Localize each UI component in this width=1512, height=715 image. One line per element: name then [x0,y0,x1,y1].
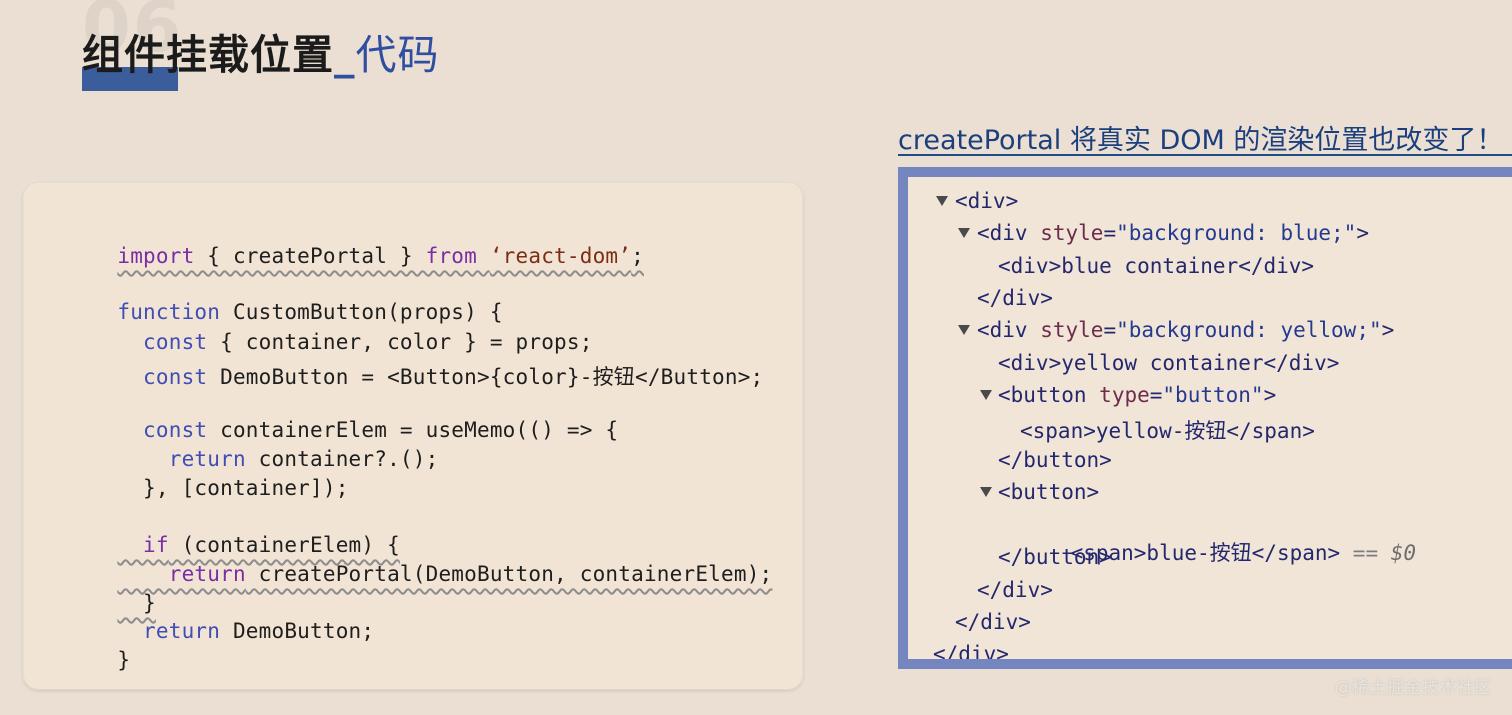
dom-node[interactable]: <div style="background: blue;"> [977,221,1369,245]
dom-node[interactable]: <div>blue container</div> [998,254,1314,278]
selected-marker: == $0 [1340,541,1417,565]
expand-triangle-icon[interactable] [980,390,992,400]
expand-triangle-icon[interactable] [936,196,948,206]
code-panel: import { createPortal } from ‘react-dom’… [24,184,802,689]
code-token: }, [container]); [117,476,349,500]
dom-node[interactable]: </div> [933,642,1009,659]
code-token: DemoButton; [220,619,375,643]
expand-triangle-icon[interactable] [980,487,992,497]
dom-node[interactable]: <button> [998,480,1099,504]
code-token: DemoButton = <Button>{color}-按钮</Button>… [207,365,764,389]
code-token: } [117,648,131,672]
code-token: const [117,365,208,389]
dom-node[interactable]: </div> [955,610,1031,634]
code-token: ; [631,244,644,268]
code-token: createPortal(DemoButton, containerElem); [245,562,773,586]
dom-node[interactable]: <div> [955,189,1018,213]
code-line-close-function: } [66,624,130,696]
dom-node[interactable]: <span>yellow-按钮</span> [1020,415,1315,445]
expand-triangle-icon[interactable] [958,228,970,238]
expand-triangle-icon[interactable] [958,325,970,335]
code-token: ‘react-dom’ [489,244,632,268]
dom-node[interactable]: </button> [998,545,1112,569]
dom-node[interactable]: </button> [998,448,1112,472]
code-token: import [117,244,195,268]
slide-title: 组件挂载位置_代码 [82,31,440,79]
dom-node[interactable]: <div style="background: yellow;"> [977,318,1394,342]
title-code: 代码 [355,31,440,79]
caption: createPortal 将真实 DOM 的渲染位置也改变了！ [898,125,1504,156]
dom-node[interactable]: </div> [977,578,1053,602]
dom-node[interactable]: <button type="button"> [998,383,1276,407]
dom-node[interactable]: <div>yellow container</div> [998,351,1339,375]
caption-underline [898,154,1512,156]
code-token: return [117,619,221,643]
dom-node[interactable]: </div> [977,286,1053,310]
title-main: 组件挂载位置 [82,31,334,79]
watermark: @稀土掘金技术社区 [1334,678,1492,698]
code-token: { createPortal } [194,244,426,268]
title-separator: _ [334,31,356,79]
devtools-panel: <div> <div style="background: blue;"> <d… [898,167,1512,669]
code-token: from [425,244,490,268]
